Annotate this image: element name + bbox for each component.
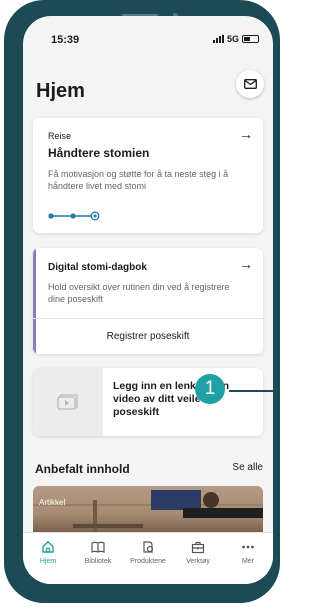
diary-description: Hold oversikt over rutinen din ved å reg… [48,282,230,304]
arrow-right-icon: → [239,126,253,142]
nav-item-library[interactable]: Bibliotek [73,533,123,584]
arrow-right-icon: → [239,256,253,272]
diary-card[interactable]: Digital stomi-dagbok → Hold oversikt ove… [33,248,263,354]
app-screen: 15:39 5G Hjem Reise → Håndtere stomien F… [23,16,273,584]
travel-card[interactable]: Reise → Håndtere stomien Få motivasjon o… [33,118,263,233]
video-card[interactable]: Legg inn en lenke til en video av ditt v… [33,368,263,436]
nav-label-tools: Verktøy [186,558,210,565]
nav-label-more: Mer [241,558,255,565]
products-icon [143,541,154,553]
article-tag: Artikkel [39,498,66,507]
page-title: Hjem [36,80,85,102]
status-bar: 15:39 5G [23,34,273,48]
bottom-navigation: Hjem Bibliotek Produktene Verktøy Mer [23,532,273,584]
video-link-text: Legg inn en lenke til en video av ditt v… [113,380,230,418]
home-icon [42,541,54,553]
mail-icon [243,79,257,89]
signal-icon [212,35,224,43]
travel-progress [48,211,100,221]
diary-divider [33,318,263,319]
nav-item-home[interactable]: Hjem [23,533,73,584]
recommended-article-card[interactable]: Artikkel [33,486,263,536]
phone-frame: 15:39 5G Hjem Reise → Håndtere stomien F… [4,0,280,603]
annotation-connector [229,390,280,392]
video-icon [57,394,78,410]
annotation-badge: 1 [195,374,225,404]
register-bag-change-button[interactable]: Registrer poseskift [33,331,263,342]
diary-title: Digital stomi-dagbok [48,262,147,273]
book-icon [91,541,105,553]
video-thumbnail [33,368,103,436]
nav-item-tools[interactable]: Verktøy [173,533,223,584]
see-all-link[interactable]: Se alle [232,462,263,473]
nav-item-products[interactable]: Produktene [123,533,173,584]
recommended-title: Anbefalt innhold [35,462,130,476]
article-image [33,490,263,536]
nav-label-products: Produktene [130,558,166,565]
battery-icon [242,35,259,43]
nav-item-more[interactable]: Mer [223,533,273,584]
nav-label-library: Bibliotek [84,558,112,565]
more-icon [242,545,254,549]
mail-button[interactable] [236,70,264,98]
status-time: 15:39 [51,34,80,46]
status-indicators: 5G [212,34,259,44]
network-label: 5G [226,34,239,44]
travel-eyebrow: Reise [48,131,72,141]
travel-description: Få motivasjon og støtte for å ta neste s… [48,169,229,191]
travel-title: Håndtere stomien [48,146,150,160]
nav-label-home: Hjem [39,558,57,565]
toolbox-icon [191,541,205,554]
